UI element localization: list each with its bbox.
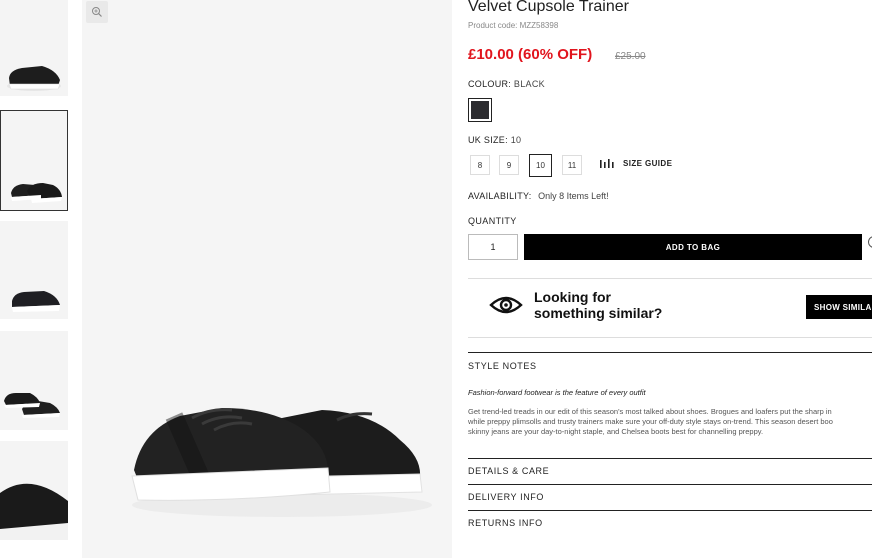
divider: [468, 484, 872, 485]
shoe-thumbnail-image: [11, 183, 62, 203]
style-notes-heading[interactable]: STYLE NOTES: [468, 361, 537, 371]
similar-prompt: Looking for something similar?: [534, 289, 662, 321]
colour-value: BLACK: [513, 79, 545, 89]
ruler-icon: [600, 159, 614, 168]
style-notes-body: Get trend-led treads in our edit of this…: [468, 407, 872, 437]
thumbnail-1[interactable]: [0, 0, 68, 96]
similar-line-1: Looking for: [534, 289, 611, 305]
style-notes-line: while preppy plimsolls and trusty traine…: [468, 417, 833, 426]
size-guide-label: SIZE GUIDE: [623, 159, 673, 168]
similar-line-2: something similar?: [534, 305, 663, 321]
size-label: UK SIZE:: [468, 135, 508, 145]
product-title: Velvet Cupsole Trainer: [468, 0, 629, 15]
style-notes-line: Get trend-led treads in our edit of this…: [468, 407, 832, 416]
size-label-row: UK SIZE: 10: [468, 135, 521, 145]
style-notes-line: skinny jeans are your day-to-night stapl…: [468, 427, 764, 436]
show-similar-button[interactable]: SHOW SIMILAR: [806, 295, 872, 319]
colour-label: COLOUR:: [468, 79, 512, 89]
size-option-9[interactable]: 9: [499, 155, 519, 175]
product-details: Velvet Cupsole Trainer Product code: MZZ…: [468, 0, 872, 558]
original-price: £25.00: [615, 51, 646, 62]
quantity-input[interactable]: 1: [468, 234, 518, 260]
heart-icon[interactable]: [868, 236, 872, 248]
colour-swatch-black[interactable]: [468, 98, 492, 122]
availability-value: Only 8 Items Left!: [538, 191, 609, 201]
returns-info-heading[interactable]: RETURNS INFO: [468, 518, 543, 528]
main-product-image: [82, 0, 452, 558]
eye-icon: [489, 294, 523, 321]
availability-row: AVAILABILITY: Only 8 Items Left!: [468, 191, 609, 201]
divider: [468, 352, 872, 353]
shoe-photo: [131, 408, 432, 517]
swatch-fill: [471, 101, 489, 119]
size-option-10[interactable]: 10: [529, 154, 552, 177]
thumbnail-5[interactable]: [0, 441, 68, 540]
divider: [468, 458, 872, 459]
size-value: 10: [510, 135, 522, 145]
colour-label-row: COLOUR: BLACK: [468, 79, 545, 89]
thumbnail-4[interactable]: [0, 331, 68, 430]
shoe-thumbnail-image: [7, 66, 61, 91]
size-guide-link[interactable]: SIZE GUIDE: [600, 159, 672, 168]
shoe-thumbnail-image: [4, 393, 60, 418]
thumbnail-2[interactable]: [0, 110, 68, 211]
style-notes-tagline: Fashion-forward footwear is the feature …: [468, 388, 646, 397]
divider: [468, 510, 872, 511]
add-to-bag-button[interactable]: ADD TO BAG: [524, 234, 862, 260]
product-code: Product code: MZZ58398: [468, 21, 559, 30]
sale-price: £10.00 (60% OFF): [468, 46, 593, 63]
divider: [468, 278, 872, 279]
thumbnail-gallery: [0, 0, 70, 558]
thumbnail-3[interactable]: [0, 221, 68, 319]
availability-label: AVAILABILITY:: [468, 191, 532, 201]
details-care-heading[interactable]: DETAILS & CARE: [468, 466, 549, 476]
shoe-thumbnail-image: [0, 483, 68, 540]
size-option-11[interactable]: 11: [562, 155, 582, 175]
quantity-label: QUANTITY: [468, 216, 517, 226]
size-option-8[interactable]: 8: [470, 155, 490, 175]
delivery-info-heading[interactable]: DELIVERY INFO: [468, 492, 544, 502]
shoe-thumbnail-image: [12, 291, 60, 312]
divider: [468, 337, 872, 338]
